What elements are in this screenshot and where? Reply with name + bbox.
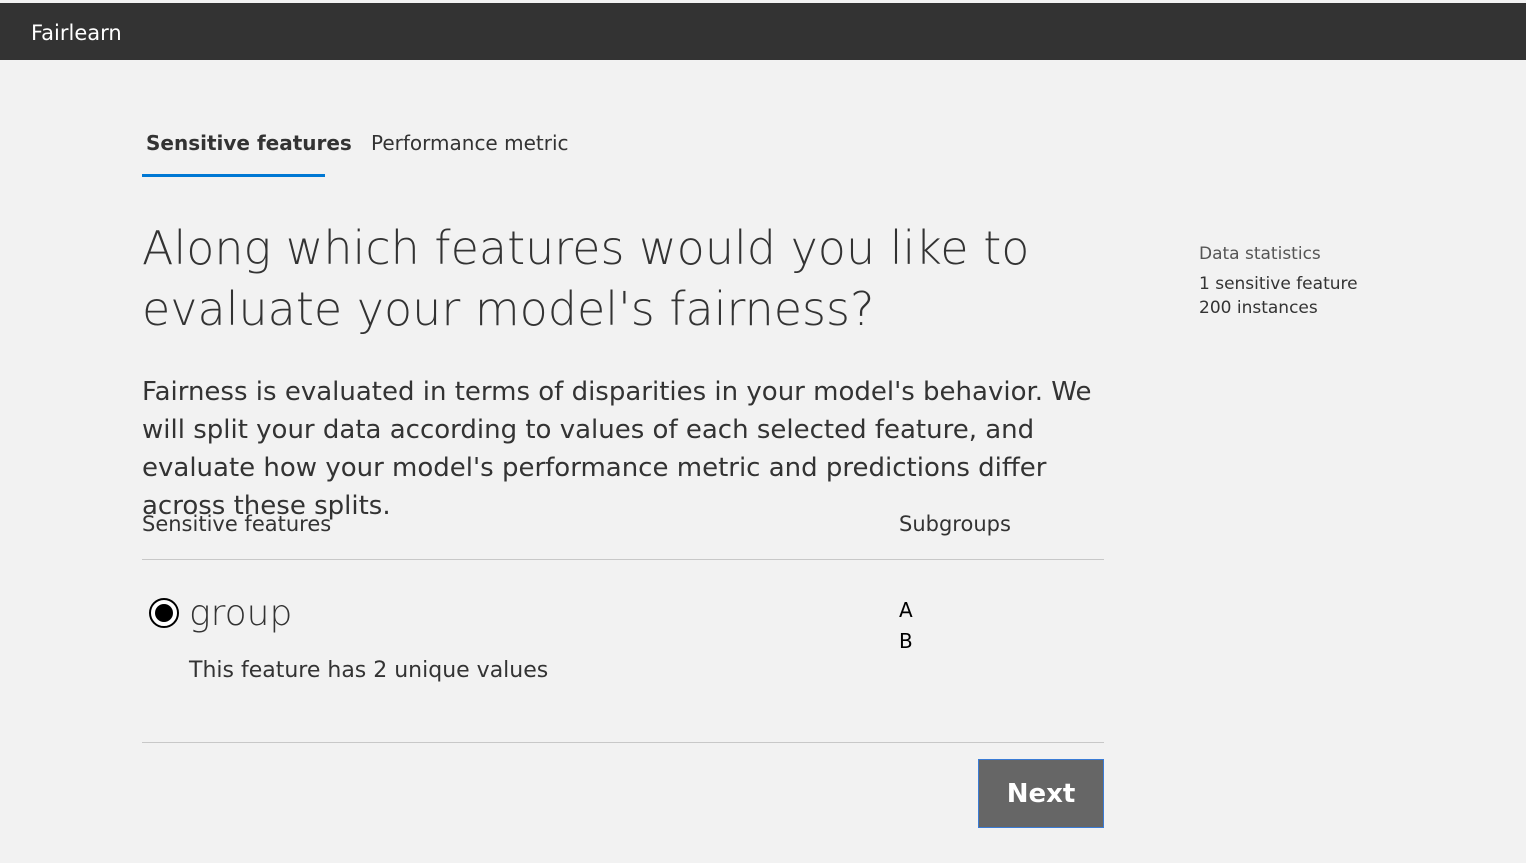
data-statistics-panel: Data statistics 1 sensitive feature 200 … (1199, 242, 1499, 320)
subgroups-column-header: Subgroups (899, 512, 1011, 536)
top-bar: Fairlearn (0, 3, 1526, 60)
table-divider-bottom (142, 742, 1104, 743)
tab-sensitive-features[interactable]: Sensitive features (146, 128, 352, 158)
feature-name[interactable]: group (189, 590, 292, 638)
table-divider-top (142, 559, 1104, 560)
subgroup-item: A (899, 598, 913, 622)
selected-tab-indicator (142, 174, 325, 177)
sensitive-feature-count: 1 sensitive feature (1199, 274, 1358, 294)
subgroup-item: B (899, 629, 913, 653)
app-title: Fairlearn (31, 21, 122, 45)
next-button[interactable]: Next (978, 759, 1104, 828)
page-headline: Along which features would you like to e… (142, 221, 1030, 336)
feature-radio-button[interactable] (149, 598, 179, 628)
tab-performance-metric[interactable]: Performance metric (371, 128, 569, 158)
instance-count: 200 instances (1199, 298, 1318, 318)
feature-description: This feature has 2 unique values (189, 658, 549, 683)
data-statistics-title: Data statistics (1199, 244, 1321, 264)
subgroup-list: A B (899, 595, 913, 657)
page-description: Fairness is evaluated in terms of dispar… (142, 377, 1092, 521)
feature-row[interactable]: group This feature has 2 unique values A… (142, 590, 1104, 710)
sensitive-features-column-header: Sensitive features (142, 512, 332, 536)
radio-selected-dot (155, 604, 173, 622)
